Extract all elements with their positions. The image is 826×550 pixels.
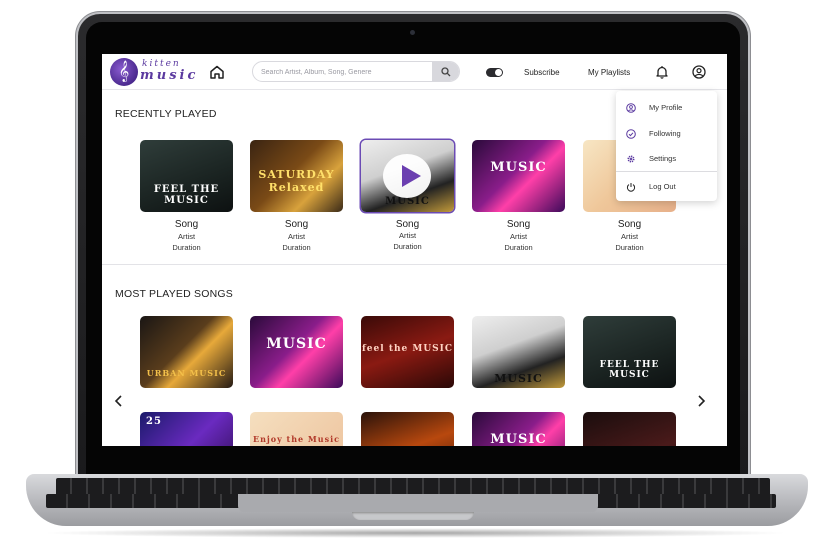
song-duration: Duration	[282, 243, 311, 252]
menu-item-log-out[interactable]: Log Out	[616, 176, 717, 198]
card-art-text: FEEL THE MUSIC	[153, 184, 220, 206]
home-icon[interactable]	[209, 64, 225, 80]
top-navbar: 𝄞 kitten music Subscribe	[102, 54, 727, 90]
recently-played-title: RECENTLY PLAYED	[115, 108, 217, 120]
song-artist[interactable]: Artist	[250, 232, 343, 241]
check-circle-icon	[626, 129, 636, 139]
recent-card-4[interactable]: MUSIC	[472, 140, 565, 212]
most-played-card[interactable]: 25	[140, 412, 233, 446]
card-art-text: SATURDAY Relaxed	[258, 168, 335, 194]
user-circle-icon	[626, 103, 636, 113]
recent-card-2[interactable]: SATURDAY Relaxed	[250, 140, 343, 212]
power-icon	[626, 183, 636, 192]
most-played-title: MOST PLAYED SONGS	[115, 288, 233, 300]
card-art-text: Enjoy the Music	[252, 434, 341, 444]
laptop-shadow	[40, 528, 790, 538]
search-icon	[440, 66, 450, 76]
song-duration: Duration	[504, 243, 533, 252]
menu-item-settings[interactable]: Settings	[616, 148, 717, 170]
song-title[interactable]: Song	[583, 219, 676, 230]
song-artist[interactable]: Artist	[140, 232, 233, 241]
lid-notch	[352, 512, 474, 520]
card-art-text: feel the MUSIC	[361, 344, 454, 354]
user-icon[interactable]	[692, 65, 706, 79]
most-played-card[interactable]: MUSIC	[472, 412, 565, 446]
profile-dropdown-menu: My Profile Following Settings Log Out	[616, 91, 717, 201]
trackpad	[238, 494, 598, 512]
most-played-card[interactable]: feel the MUSIC	[361, 316, 454, 388]
song-artist[interactable]: Artist	[472, 232, 565, 241]
chevron-right-icon[interactable]	[696, 394, 706, 408]
song-title[interactable]: Song	[472, 219, 565, 230]
menu-item-label: Settings	[649, 154, 677, 163]
subscribe-link[interactable]: Subscribe	[524, 68, 560, 77]
song-title[interactable]: Song	[250, 219, 343, 230]
recent-card-1[interactable]: FEEL THE MUSIC	[140, 140, 233, 212]
play-icon	[402, 165, 421, 187]
menu-item-following[interactable]: Following	[616, 123, 717, 145]
menu-item-my-profile[interactable]: My Profile	[616, 97, 717, 119]
gear-icon	[627, 155, 635, 163]
menu-item-label: Log Out	[649, 182, 676, 191]
most-played-card[interactable]: URBAN MUSIC	[140, 316, 233, 388]
recent-card-3-playing[interactable]: MUSIC	[361, 140, 454, 212]
card-art-text: MUSIC	[490, 160, 547, 175]
app-logo[interactable]: 𝄞 kitten music	[108, 57, 195, 87]
most-played-card[interactable]	[361, 412, 454, 446]
card-art-text: MUSIC	[494, 372, 543, 385]
search-bar	[252, 61, 460, 82]
menu-item-label: Following	[649, 129, 681, 138]
song-duration: Duration	[172, 243, 201, 252]
card-art-text: MUSIC	[490, 432, 547, 446]
my-playlists-link[interactable]: My Playlists	[588, 68, 630, 77]
bell-icon[interactable]	[655, 65, 669, 79]
chevron-left-icon[interactable]	[114, 394, 124, 408]
most-played-card[interactable]: MUSIC	[472, 316, 565, 388]
card-art-text: URBAN MUSIC	[146, 368, 227, 378]
most-played-card[interactable]	[583, 412, 676, 446]
search-input[interactable]	[261, 65, 431, 79]
laptop-mockup: 𝄞 kitten music Subscribe	[0, 0, 826, 550]
menu-item-label: My Profile	[649, 103, 683, 112]
logo-text-music: music	[140, 68, 199, 83]
toggle-knob	[495, 69, 502, 76]
card-art-text: FEEL THE MUSIC	[599, 360, 660, 380]
song-duration: Duration	[393, 242, 422, 251]
card-art-text: 25	[146, 416, 162, 427]
search-button[interactable]	[432, 62, 459, 81]
most-played-card[interactable]: MUSIC	[250, 316, 343, 388]
song-title[interactable]: Song	[361, 219, 454, 230]
most-played-card[interactable]: Enjoy the Music	[250, 412, 343, 446]
menu-separator	[616, 171, 717, 172]
logo-mark: 𝄞	[110, 58, 138, 86]
most-played-card[interactable]: FEEL THE MUSIC	[583, 316, 676, 388]
song-title[interactable]: Song	[140, 219, 233, 230]
app-screen: 𝄞 kitten music Subscribe	[102, 54, 727, 446]
section-divider	[102, 264, 727, 265]
song-artist[interactable]: Artist	[583, 232, 676, 241]
song-duration: Duration	[615, 243, 644, 252]
song-artist[interactable]: Artist	[361, 231, 454, 240]
webcam	[410, 30, 415, 35]
card-art-text: MUSIC	[266, 336, 327, 352]
dark-mode-toggle[interactable]	[486, 68, 503, 77]
